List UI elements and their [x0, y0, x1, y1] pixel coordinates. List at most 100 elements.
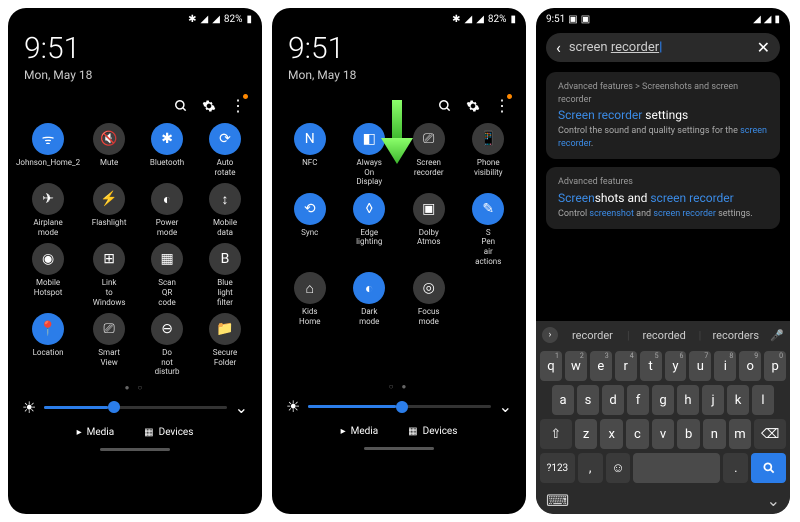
quick-tile-mute[interactable]: 🔇Mute	[80, 123, 138, 177]
quick-tile-vis[interactable]: 📱Phonevisibility	[459, 123, 519, 187]
search-key[interactable]	[751, 453, 786, 483]
quick-tile-spen[interactable]: ✎SPenairactions	[459, 193, 519, 266]
backspace-key[interactable]: ⌫	[754, 419, 786, 449]
search-input[interactable]: screen recorder|	[569, 40, 749, 55]
quick-tile-plane[interactable]: ✈Airplanemode	[16, 183, 80, 237]
search-result[interactable]: Advanced features > Screenshots and scre…	[546, 72, 780, 159]
suggestion[interactable]: recorded	[634, 329, 695, 342]
key-c[interactable]: c	[626, 419, 649, 449]
key-j[interactable]: j	[702, 385, 724, 415]
key-o[interactable]: o9	[739, 351, 761, 381]
key-m[interactable]: m	[729, 419, 752, 449]
nav-pill[interactable]	[364, 447, 434, 450]
quick-tile-hotspot[interactable]: ◉MobileHotspot	[16, 243, 80, 307]
signal-icon: ◢	[753, 14, 761, 25]
quick-tile-flash[interactable]: ⚡Flashlight	[80, 183, 138, 237]
key-h[interactable]: h	[677, 385, 699, 415]
key-i[interactable]: i8	[714, 351, 736, 381]
status-time: 9:51	[546, 14, 565, 25]
key-e[interactable]: e3	[590, 351, 612, 381]
key-v[interactable]: v	[652, 419, 675, 449]
key-b[interactable]: b	[677, 419, 700, 449]
focus-icon: ◎	[413, 272, 445, 304]
quick-tile-dolby[interactable]: ▣DolbyAtmos	[399, 193, 459, 266]
search-result[interactable]: Advanced features Screenshots and screen…	[546, 167, 780, 229]
key-t[interactable]: t5	[640, 351, 662, 381]
quick-tile-edge[interactable]: ◊Edgelighting	[340, 193, 400, 266]
search-bar[interactable]: ‹ screen recorder| ✕	[546, 33, 780, 62]
key-u[interactable]: u7	[689, 351, 711, 381]
nav-pill[interactable]	[100, 448, 170, 451]
expand-suggestions-icon[interactable]: ›	[542, 327, 558, 343]
key-k[interactable]: k	[727, 385, 749, 415]
panel-footer: ▸ Media ▦ Devices	[8, 421, 262, 444]
key-r[interactable]: r4	[615, 351, 637, 381]
suggestion[interactable]: recorder	[562, 329, 623, 342]
battery-icon: ▮	[510, 14, 516, 25]
search-icon[interactable]	[438, 99, 452, 113]
expand-icon[interactable]: ⌄	[499, 397, 512, 416]
search-icon[interactable]	[174, 99, 188, 113]
brightness-slider[interactable]	[308, 405, 490, 408]
bt-status-icon: ✱	[188, 14, 196, 25]
numeric-key[interactable]: ?123	[540, 453, 575, 483]
quick-tile-link[interactable]: ⊞LinktoWindows	[80, 243, 138, 307]
quick-tile-qr[interactable]: ▦ScanQRcode	[138, 243, 196, 307]
quick-tile-nfc[interactable]: NNFC	[280, 123, 340, 187]
more-icon[interactable]: ⋮	[494, 96, 510, 115]
quick-tile-kids[interactable]: ⌂KidsHome	[280, 272, 340, 326]
key-s[interactable]: s	[577, 385, 599, 415]
key-f[interactable]: f	[627, 385, 649, 415]
settings-icon[interactable]	[202, 99, 216, 113]
more-icon[interactable]: ⋮	[230, 96, 246, 115]
brightness-slider[interactable]	[44, 406, 226, 409]
key-n[interactable]: n	[703, 419, 726, 449]
tile-label: Powermode	[156, 218, 179, 237]
quick-tile-bt[interactable]: ✱Bluetooth	[138, 123, 196, 177]
quick-tile-power[interactable]: ◐Powermode	[138, 183, 196, 237]
quick-tile-sync[interactable]: ⟲Sync	[280, 193, 340, 266]
bt-icon: ✱	[151, 123, 183, 155]
expand-icon[interactable]: ⌄	[235, 398, 248, 417]
quick-tile-focus[interactable]: ◎Focusmode	[399, 272, 459, 326]
quick-tile-cast[interactable]: ⎚SmartView	[80, 313, 138, 377]
quick-tile-folder[interactable]: 📁SecureFolder	[196, 313, 254, 377]
key-g[interactable]: g	[652, 385, 674, 415]
quick-tile-dnd[interactable]: ⊖Donotdisturb	[138, 313, 196, 377]
edge-icon: ◊	[353, 193, 385, 225]
key-d[interactable]: d	[602, 385, 624, 415]
mic-icon[interactable]: 🎤	[770, 329, 784, 342]
media-button[interactable]: ▸ Media	[341, 426, 379, 437]
quick-tile-loc[interactable]: 📍Location	[16, 313, 80, 377]
quick-tile-dark[interactable]: ◐Darkmode	[340, 272, 400, 326]
key-x[interactable]: x	[600, 419, 623, 449]
key-l[interactable]: l	[752, 385, 774, 415]
key-a[interactable]: a	[552, 385, 574, 415]
key-q[interactable]: q1	[540, 351, 562, 381]
key-z[interactable]: z	[575, 419, 598, 449]
space-key[interactable]	[633, 453, 720, 483]
shift-key[interactable]: ⇧	[540, 419, 572, 449]
quick-tile-blue[interactable]: BBluelightfilter	[196, 243, 254, 307]
quick-tile-wifi[interactable]: ᯤJohnson_Home_2	[16, 123, 80, 177]
tile-label: Donotdisturb	[155, 348, 180, 377]
suggestion[interactable]: recorders	[705, 329, 766, 342]
comma-key[interactable]: ,	[578, 453, 603, 483]
media-button[interactable]: ▸ Media	[77, 427, 115, 438]
period-key[interactable]: .	[723, 453, 748, 483]
keyboard-switch-icon[interactable]: ⌨	[546, 491, 569, 510]
emoji-key[interactable]: ☺	[606, 453, 631, 483]
quick-tile-rotate[interactable]: ⟳Autorotate	[196, 123, 254, 177]
clock-time: 9:51	[24, 31, 246, 66]
quick-tile-data[interactable]: ↕Mobiledata	[196, 183, 254, 237]
key-p[interactable]: p0	[764, 351, 786, 381]
back-icon[interactable]: ‹	[556, 38, 561, 57]
key-y[interactable]: y6	[665, 351, 687, 381]
devices-button[interactable]: ▦ Devices	[408, 426, 457, 437]
key-w[interactable]: w2	[565, 351, 587, 381]
page-dots: ○ ●	[272, 380, 526, 393]
devices-button[interactable]: ▦ Devices	[144, 427, 193, 438]
collapse-keyboard-icon[interactable]: ⌄	[767, 491, 780, 510]
clear-icon[interactable]: ✕	[757, 38, 770, 57]
settings-icon[interactable]	[466, 99, 480, 113]
